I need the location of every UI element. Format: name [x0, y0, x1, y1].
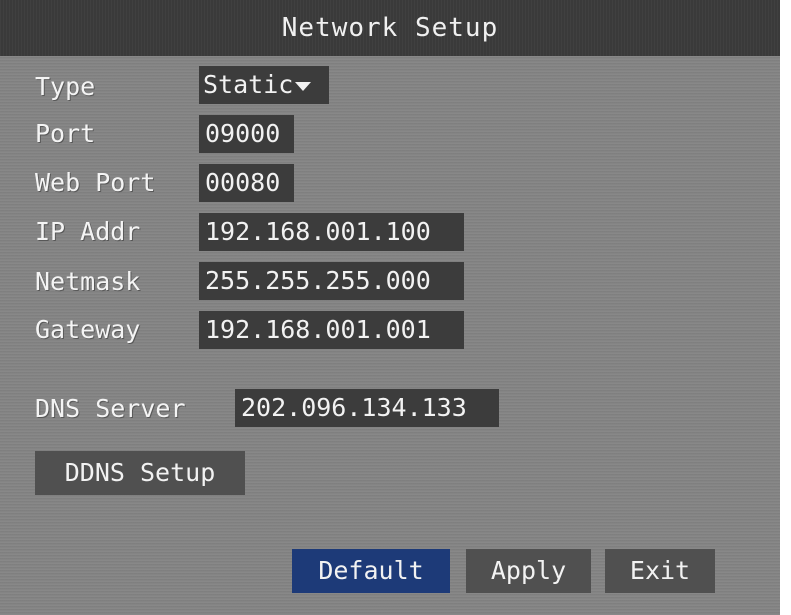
ip-addr-label: IP Addr — [35, 217, 141, 246]
exit-button[interactable]: Exit — [605, 549, 715, 593]
ip-addr-field[interactable]: 192.168.001.100 — [199, 213, 464, 251]
port-field[interactable]: 09000 — [199, 115, 294, 153]
title-bar: Network Setup — [0, 0, 780, 56]
dns-server-label: DNS Server — [35, 394, 186, 423]
port-label: Port — [35, 119, 96, 148]
network-setup-screen: Network Setup Type Static Port 09000 Web… — [0, 0, 780, 615]
gateway-label: Gateway — [35, 315, 141, 344]
chevron-down-icon — [295, 81, 312, 91]
type-value: Static — [203, 70, 294, 99]
ddns-setup-button[interactable]: DDNS Setup — [35, 451, 245, 495]
web-port-label: Web Port — [35, 168, 156, 197]
dns-server-field[interactable]: 202.096.134.133 — [235, 389, 499, 427]
type-label: Type — [35, 72, 96, 101]
netmask-label: Netmask — [35, 267, 141, 296]
gateway-field[interactable]: 192.168.001.001 — [199, 311, 464, 349]
type-dropdown[interactable]: Static — [199, 66, 329, 104]
default-button[interactable]: Default — [292, 549, 450, 593]
netmask-field[interactable]: 255.255.255.000 — [199, 262, 464, 300]
page-title: Network Setup — [281, 13, 499, 43]
web-port-field[interactable]: 00080 — [199, 164, 294, 202]
apply-button[interactable]: Apply — [466, 549, 591, 593]
